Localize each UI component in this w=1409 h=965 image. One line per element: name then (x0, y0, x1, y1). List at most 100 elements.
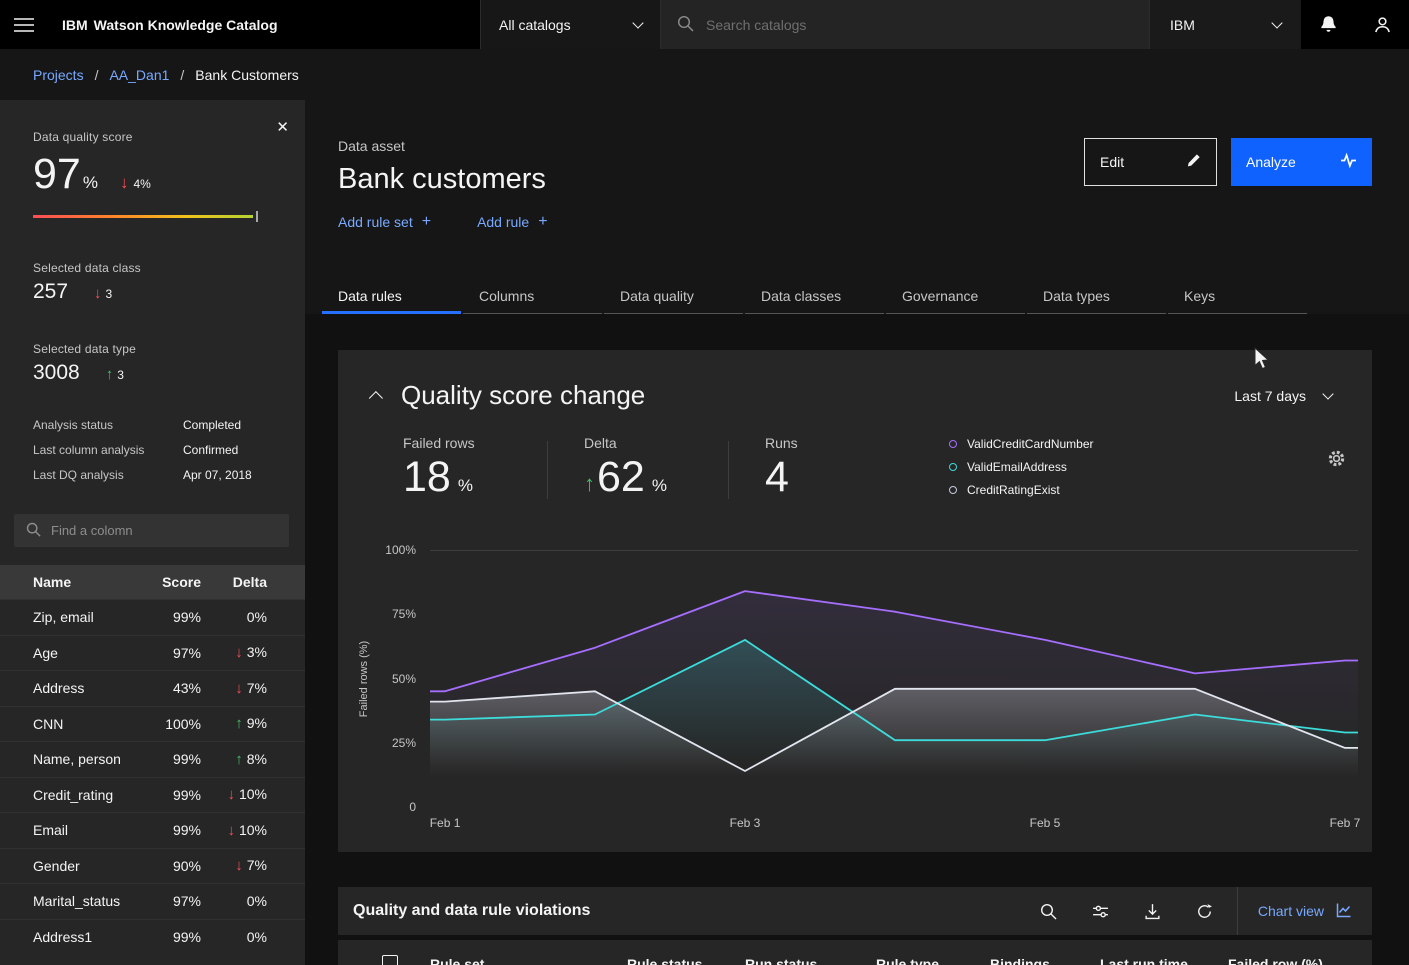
user-avatar-icon[interactable] (1355, 0, 1409, 49)
tab-data-classes[interactable]: Data classes (745, 281, 884, 314)
decrease-arrow-icon: ↓ (235, 644, 243, 661)
column-row-email[interactable]: Email 99% ↓10% (0, 812, 305, 848)
violations-col-last-run-time[interactable]: Last run time (1100, 956, 1228, 965)
detail-last-dq-analysis: Last DQ analysis Apr 07, 2018 (33, 463, 272, 488)
breadcrumb-projects-link[interactable]: Projects (33, 67, 84, 83)
find-column-search[interactable] (14, 514, 289, 547)
y-tick: 75% (392, 607, 416, 621)
account-selector-value: IBM (1170, 17, 1195, 33)
app-header: IBM Watson Knowledge Catalog All catalog… (0, 0, 1409, 49)
quality-score-delta: 4% (133, 177, 150, 191)
select-all-checkbox[interactable] (382, 955, 398, 965)
data-quality-panel: ✕ Data quality score 97 % ↓ 4% Selected … (0, 100, 305, 965)
column-row-age[interactable]: Age 97% ↓3% (0, 635, 305, 671)
tab-data-quality[interactable]: Data quality (604, 281, 743, 314)
col-header-name[interactable]: Name (33, 574, 139, 590)
decrease-arrow-icon: ↓ (235, 680, 243, 697)
breadcrumb-project-link[interactable]: AA_Dan1 (109, 67, 169, 83)
time-range-selector[interactable]: Last 7 days (1234, 388, 1344, 404)
increase-arrow-icon: ↑ (235, 715, 243, 732)
chart-view-icon (1336, 902, 1352, 921)
decrease-arrow-icon: ↓ (227, 822, 235, 839)
tab-keys[interactable]: Keys (1168, 281, 1307, 314)
add-rule-set-link[interactable]: Add rule set + (338, 213, 431, 231)
legend-validcreditcardnumber[interactable]: ValidCreditCardNumber (949, 437, 1094, 451)
find-column-input[interactable] (51, 523, 277, 538)
columns-table-header: Name Score Delta (0, 565, 305, 599)
chart-title: Quality score change (401, 380, 645, 411)
filter-icon[interactable] (1075, 887, 1127, 935)
violations-col-run-status[interactable]: Run status (745, 956, 876, 965)
edit-button[interactable]: Edit (1084, 138, 1217, 186)
tab-data-rules[interactable]: Data rules (322, 281, 461, 314)
account-selector[interactable]: IBM (1149, 0, 1301, 49)
col-header-delta[interactable]: Delta (201, 574, 267, 590)
reset-icon[interactable] (1179, 887, 1231, 935)
tab-content: Quality score change Last 7 days Failed … (305, 314, 1409, 965)
column-row-address[interactable]: Address 43% ↓7% (0, 670, 305, 706)
y-tick: 25% (392, 736, 416, 750)
analyze-button[interactable]: Analyze (1231, 138, 1372, 186)
violations-col-rule-status[interactable]: Rule status (627, 956, 745, 965)
chart-legend: ValidCreditCardNumber ValidEmailAddress … (949, 437, 1094, 497)
decrease-arrow-icon: ↓ (120, 173, 129, 193)
column-row-zip-email[interactable]: Zip, email 99% 0% (0, 599, 305, 635)
violations-col-bindings[interactable]: Bindings (990, 956, 1100, 965)
search-icon (26, 522, 41, 540)
legend-dot-icon (949, 463, 957, 471)
chart-plot-area (430, 550, 1358, 807)
pencil-icon (1186, 153, 1201, 171)
violations-col-rule-set[interactable]: Rule set (430, 956, 627, 965)
column-row-cnn[interactable]: CNN 100% ↑9% (0, 706, 305, 742)
column-row-name-person[interactable]: Name, person 99% ↑8% (0, 741, 305, 777)
data-class-label: Selected data class (33, 261, 272, 275)
main-content: Data asset Bank customers Add rule set +… (305, 100, 1409, 965)
metric-runs: Runs 4 (765, 435, 873, 502)
legend-validemailaddress[interactable]: ValidEmailAddress (949, 460, 1094, 474)
search-catalogs-input[interactable] (706, 17, 1133, 33)
column-row-address1[interactable]: Address1 99% 0% (0, 919, 305, 955)
close-icon[interactable]: ✕ (276, 118, 289, 136)
activity-icon (1340, 152, 1357, 172)
tab-governance[interactable]: Governance (886, 281, 1025, 314)
col-header-score[interactable]: Score (139, 574, 201, 590)
tab-columns[interactable]: Columns (463, 281, 602, 314)
column-row-credit-rating[interactable]: Credit_rating 99% ↓10% (0, 777, 305, 813)
column-row-marital-status[interactable]: Marital_status 97% 0% (0, 883, 305, 919)
breadcrumb-separator: / (95, 67, 99, 83)
x-tick: Feb 1 (430, 816, 461, 830)
y-tick: 100% (385, 543, 416, 557)
gauge-marker (256, 211, 258, 222)
chevron-down-icon (632, 17, 643, 28)
y-tick: 50% (392, 672, 416, 686)
violations-card: Quality and data rule violations (338, 887, 1372, 965)
add-rule-link[interactable]: Add rule + (477, 213, 548, 231)
decrease-arrow-icon: ↓ (227, 786, 235, 803)
collapse-chevron-icon[interactable] (369, 391, 383, 405)
line-chart: Failed rows (%) 100%75%50%25%0Feb 1Feb 3… (430, 550, 1358, 807)
menu-icon[interactable] (0, 0, 48, 49)
data-type-value: 3008 ↑ 3 (33, 361, 272, 385)
legend-creditratingexist[interactable]: CreditRatingExist (949, 483, 1094, 497)
chart-view-toggle[interactable]: Chart view (1238, 887, 1372, 935)
asset-tabs: Data rulesColumnsData qualityData classe… (305, 281, 1409, 314)
breadcrumb-current: Bank Customers (195, 67, 298, 83)
notifications-bell-icon[interactable] (1301, 0, 1355, 49)
divider (547, 441, 548, 499)
search-icon (677, 15, 694, 35)
chevron-down-icon (1322, 388, 1333, 399)
violations-col-failed-row-[interactable]: Failed row (%) (1228, 956, 1372, 965)
column-row-gender[interactable]: Gender 90% ↓7% (0, 848, 305, 884)
download-icon[interactable] (1127, 887, 1179, 935)
breadcrumb-separator: / (180, 67, 184, 83)
asset-header: Data asset Bank customers Add rule set +… (305, 100, 1409, 231)
violations-col-rule-type[interactable]: Rule type (876, 956, 990, 965)
gear-icon[interactable] (1327, 449, 1346, 471)
quality-score-label: Data quality score (33, 130, 272, 144)
search-icon[interactable] (1023, 887, 1075, 935)
tab-data-types[interactable]: Data types (1027, 281, 1166, 314)
gauge-gradient-bar (33, 215, 253, 218)
header-search[interactable] (661, 0, 1149, 49)
catalog-selector[interactable]: All catalogs (480, 0, 661, 49)
detail-analysis-status: Analysis status Completed (33, 413, 272, 438)
